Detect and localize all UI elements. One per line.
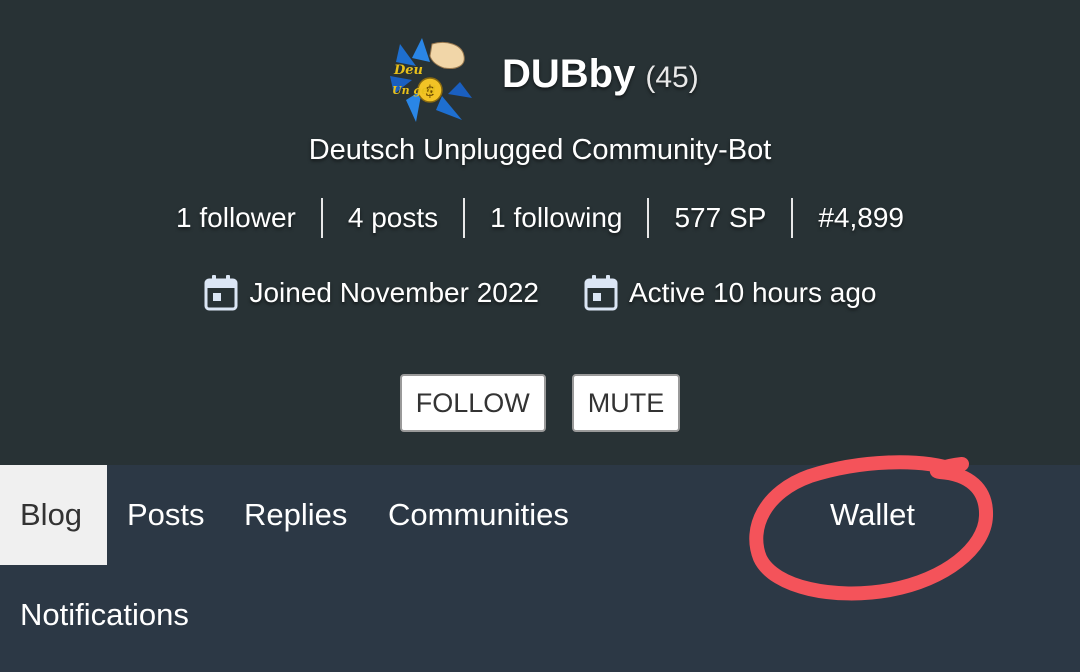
profile-stats: 1 follower 4 posts 1 following 577 SP #4…: [0, 198, 1080, 238]
profile-tabs: Blog Posts Replies Communities Wallet No…: [0, 465, 1080, 672]
profile-about: Deutsch Unplugged Community-Bot: [308, 134, 772, 166]
calendar-icon: [204, 275, 238, 311]
profile-header: $ Deu Un ged DUBby (45) Deutsch Unplugge…: [0, 0, 1080, 465]
active-date: Active 10 hours ago: [583, 274, 877, 312]
joined-text: Joined November 2022: [249, 277, 539, 308]
rank: #4,899: [791, 198, 929, 238]
reputation-badge: (45): [645, 61, 699, 94]
tab-notifications[interactable]: Notifications: [0, 565, 209, 665]
svg-text:Un ged: Un ged: [392, 84, 436, 97]
profile-dates: Joined November 2022 Active 10 hours ago: [0, 274, 1080, 312]
mute-button[interactable]: MUTE: [571, 374, 681, 432]
tab-wallet[interactable]: Wallet: [810, 465, 935, 565]
avatar[interactable]: $ Deu Un ged: [386, 36, 472, 124]
follow-button[interactable]: FOLLOW: [399, 374, 546, 432]
joined-date: Joined November 2022: [203, 274, 539, 312]
followers-count[interactable]: 1 follower: [151, 198, 321, 238]
name-row: DUBby (45): [502, 52, 699, 108]
tab-communities[interactable]: Communities: [368, 465, 589, 565]
svg-text:Deu: Deu: [393, 63, 423, 78]
calendar-icon: [584, 275, 618, 311]
tab-blog[interactable]: Blog: [0, 465, 107, 565]
tab-replies[interactable]: Replies: [224, 465, 367, 565]
following-count[interactable]: 1 following: [463, 198, 647, 238]
profile-actions: FOLLOW MUTE: [0, 374, 1080, 432]
tab-posts[interactable]: Posts: [107, 465, 225, 565]
steem-power: 577 SP: [647, 198, 791, 238]
username: DUBby: [502, 52, 636, 96]
posts-count: 4 posts: [320, 198, 463, 238]
community-logo-icon: $ Deu Un ged: [390, 38, 472, 122]
active-text: Active 10 hours ago: [629, 277, 877, 308]
